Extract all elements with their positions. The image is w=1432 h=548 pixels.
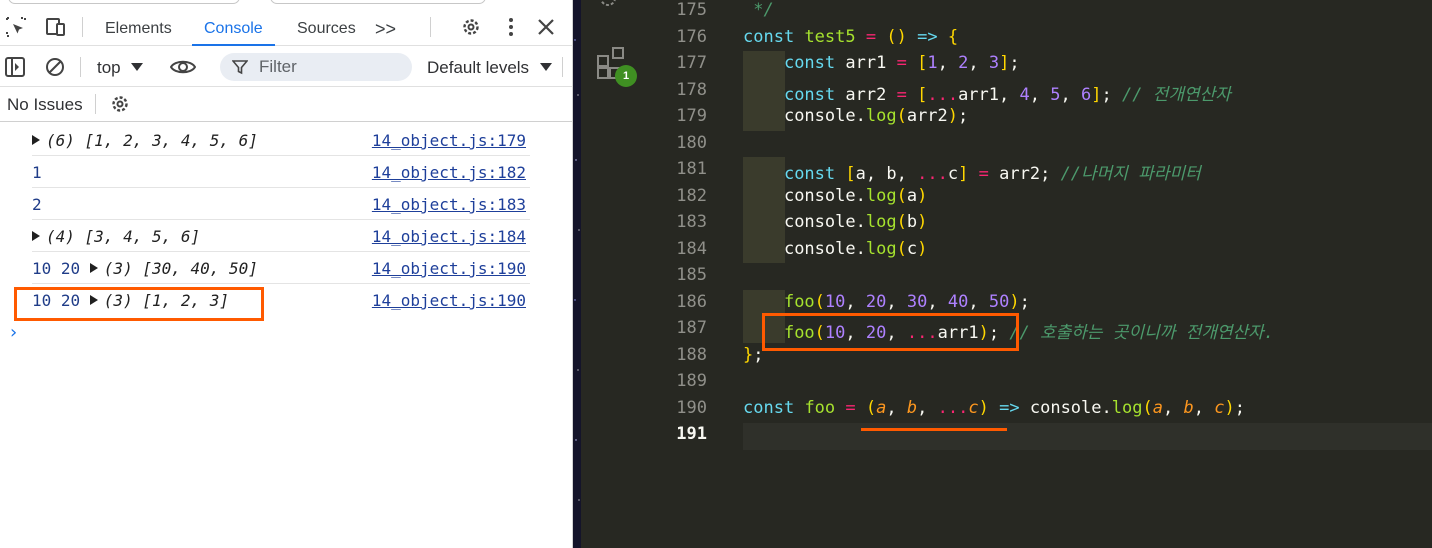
more-tabs-button[interactable]: >> (375, 6, 396, 46)
expand-triangle-icon[interactable] (32, 231, 40, 241)
code-line[interactable]: const test5 = () => { (743, 27, 958, 47)
console-message-row: 10 20 (3) [30, 40, 50] 14_object.js:190 (32, 252, 530, 284)
highlight-box-annotation (14, 287, 264, 321)
source-link[interactable]: 14_object.js:182 (372, 163, 526, 182)
kebab-menu-icon[interactable] (500, 16, 522, 38)
line-number: 178 (676, 80, 707, 100)
devtools-panel: Elements Console Sources >> top Filter D… (0, 0, 573, 548)
browser-tab-pill (270, 0, 486, 4)
chevron-down-icon (540, 63, 553, 71)
extensions-badge: 1 (615, 65, 637, 87)
code-line[interactable]: console.log(b) (743, 212, 927, 232)
devtools-tab-bar: Elements Console Sources >> (0, 6, 572, 46)
code-line[interactable]: const [a, b, ...c] = arr2; //나머지 파라미터 (743, 159, 1201, 184)
line-number: 190 (676, 398, 707, 418)
console-message[interactable]: 10 20 (3) [30, 40, 50] (32, 259, 258, 278)
context-label: top (97, 58, 121, 77)
array-preview: [3, 4, 5, 6] (84, 227, 201, 246)
chevron-down-icon (130, 63, 143, 71)
context-selector[interactable]: top (97, 58, 143, 78)
array-count: (4) (46, 227, 75, 246)
line-number: 185 (676, 265, 707, 285)
divider (82, 17, 83, 37)
code-line[interactable]: foo(10, 20, 30, 40, 50); (743, 292, 1030, 312)
source-link[interactable]: 14_object.js:183 (372, 195, 526, 214)
console-message-row: 1 14_object.js:182 (32, 156, 530, 188)
line-number: 182 (676, 186, 707, 206)
console-message[interactable]: (4) [3, 4, 5, 6] (32, 227, 200, 246)
console-message[interactable]: 2 (32, 195, 42, 214)
line-number: 175 (676, 0, 707, 20)
code-line[interactable]: const arr1 = [1, 2, 3]; (743, 53, 1020, 73)
source-link[interactable]: 14_object.js:184 (372, 227, 526, 246)
filter-input[interactable]: Filter (220, 53, 412, 81)
log-levels-dropdown[interactable]: Default levels (427, 58, 553, 78)
line-number: 180 (676, 133, 707, 153)
device-toolbar-icon[interactable] (44, 16, 66, 38)
console-prompt-caret[interactable]: › (8, 322, 19, 343)
console-message-row: (6) [1, 2, 3, 4, 5, 6] 14_object.js:179 (32, 124, 530, 156)
filter-funnel-icon (232, 60, 248, 75)
code-line[interactable]: */ (743, 0, 773, 20)
settings-gear-icon[interactable] (460, 16, 482, 38)
debug-gear-icon[interactable] (595, 0, 621, 14)
code-line[interactable]: }; (743, 345, 764, 365)
expand-triangle-icon[interactable] (32, 135, 40, 145)
divider (562, 57, 563, 77)
divider (80, 57, 81, 77)
log-prefix: 10 20 (32, 259, 90, 278)
line-number: 186 (676, 292, 707, 312)
code-line[interactable]: const arr2 = [...arr1, 4, 5, 6]; // 전개연산… (743, 80, 1231, 105)
console-toolbar: top Filter Default levels (0, 47, 572, 87)
code-line[interactable]: console.log(arr2); (743, 106, 968, 126)
log-levels-label: Default levels (427, 58, 530, 77)
array-preview: [30, 40, 50] (142, 259, 258, 278)
code-line[interactable]: console.log(c) (743, 239, 927, 259)
inspect-element-icon[interactable] (5, 16, 27, 38)
code-line[interactable]: const foo = (a, b, ...c) => console.log(… (743, 398, 1245, 418)
tab-elements[interactable]: Elements (105, 6, 172, 46)
line-number: 189 (676, 371, 707, 391)
source-link[interactable]: 14_object.js:179 (372, 131, 526, 150)
tab-console[interactable]: Console (192, 6, 275, 46)
line-number: 176 (676, 27, 707, 47)
line-number: 184 (676, 239, 707, 259)
line-number: 187 (676, 318, 707, 338)
divider (430, 17, 431, 37)
source-link[interactable]: 14_object.js:190 (372, 291, 526, 310)
highlight-box-annotation (762, 313, 1019, 351)
console-settings-gear-icon[interactable] (109, 93, 131, 115)
code-line[interactable]: console.log(a) (743, 186, 927, 206)
line-number: 177 (676, 53, 707, 73)
line-number: 181 (676, 159, 707, 179)
sidebar-toggle-icon[interactable] (4, 56, 26, 78)
browser-tab-pill (8, 0, 240, 4)
tab-sources[interactable]: Sources (297, 6, 356, 46)
filter-placeholder: Filter (259, 57, 297, 76)
line-number-current: 191 (676, 424, 707, 444)
array-preview: [1, 2, 3, 4, 5, 6] (84, 131, 258, 150)
array-count: (3) (103, 259, 133, 278)
current-line-highlight (743, 423, 1432, 450)
array-count: (6) (46, 131, 75, 150)
line-number: 183 (676, 212, 707, 232)
console-message[interactable]: (6) [1, 2, 3, 4, 5, 6] (32, 131, 258, 150)
issues-count[interactable]: No Issues (7, 95, 83, 115)
underline-annotation (861, 428, 1007, 431)
clear-console-icon[interactable] (44, 56, 66, 78)
line-number: 179 (676, 106, 707, 126)
console-message-row: 2 14_object.js:183 (32, 188, 530, 220)
expand-triangle-icon[interactable] (89, 263, 98, 273)
console-message[interactable]: 1 (32, 163, 42, 182)
line-number: 188 (676, 345, 707, 365)
divider (95, 94, 96, 114)
source-link[interactable]: 14_object.js:190 (372, 259, 526, 278)
live-expression-eye-icon[interactable] (170, 56, 196, 78)
desktop-wallpaper-strip (573, 0, 581, 548)
close-icon[interactable] (535, 16, 557, 38)
activity-bar: 1 (581, 0, 641, 548)
console-message-row: (4) [3, 4, 5, 6] 14_object.js:184 (32, 220, 530, 252)
code-editor: 1 175 176 177 178 179 180 181 182 183 18… (581, 0, 1432, 548)
issues-bar: No Issues (0, 87, 572, 122)
